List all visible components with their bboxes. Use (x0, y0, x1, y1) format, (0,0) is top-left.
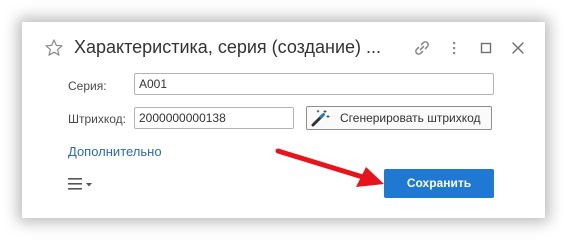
generate-barcode-label: Сгенерировать штрихкод (340, 111, 481, 125)
save-button[interactable]: Сохранить (384, 169, 494, 198)
barcode-label: Штрихкод: (68, 112, 127, 126)
more-vertical-icon[interactable] (444, 38, 464, 58)
series-input[interactable] (134, 73, 494, 95)
link-icon[interactable] (412, 38, 432, 58)
hamburger-menu-icon[interactable] (66, 174, 96, 194)
title-bar: Характеристика, серия (создание) ... (32, 30, 536, 66)
more-link[interactable]: Дополнительно (68, 144, 162, 159)
maximize-icon[interactable] (476, 38, 496, 58)
close-icon[interactable] (508, 38, 528, 58)
arrow-icon (275, 148, 384, 187)
star-icon[interactable] (44, 38, 64, 58)
generate-barcode-button[interactable]: Сгенерировать штрихкод (306, 106, 492, 130)
series-label: Серия: (68, 79, 107, 93)
magic-wand-icon (311, 110, 330, 127)
window-title: Характеристика, серия (создание) ... (74, 37, 382, 57)
barcode-input[interactable] (134, 107, 294, 129)
